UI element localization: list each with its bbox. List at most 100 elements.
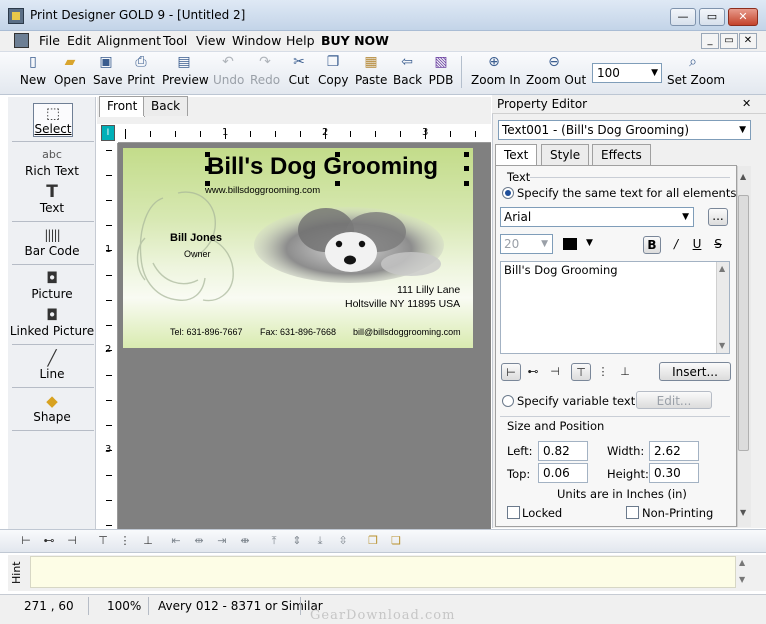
- tool-shape[interactable]: ◆ Shape: [8, 392, 96, 424]
- menu-file[interactable]: File: [39, 33, 60, 48]
- align-bottom-icon[interactable]: ⊥: [615, 363, 635, 381]
- non-printing-checkbox[interactable]: [626, 506, 639, 519]
- selection-handle[interactable]: [205, 152, 210, 157]
- distribute-horizontal-icon[interactable]: ⇼: [236, 532, 254, 550]
- redo-button[interactable]: ↷ Redo: [250, 54, 280, 92]
- minimize-button[interactable]: —: [670, 8, 696, 26]
- save-button[interactable]: ▣ Save: [93, 54, 122, 92]
- width-input[interactable]: 2.62: [649, 441, 699, 461]
- align-center-icon[interactable]: ⊷: [40, 532, 58, 550]
- preview-button[interactable]: ▤ Preview: [162, 54, 209, 92]
- pdb-button[interactable]: ▧ PDB: [428, 54, 454, 92]
- paste-button[interactable]: ▦ Paste: [355, 54, 387, 92]
- scroll-up-icon[interactable]: ▲: [740, 172, 746, 181]
- label-title[interactable]: Bill's Dog Grooming: [207, 153, 438, 181]
- scroll-down-icon[interactable]: ▼: [739, 575, 745, 584]
- selection-handle[interactable]: [464, 152, 469, 157]
- print-button[interactable]: ⎙ Print: [126, 54, 156, 92]
- tool-text[interactable]: T Text: [8, 183, 96, 215]
- bold-button[interactable]: B: [643, 236, 661, 254]
- copy-button[interactable]: ❐ Copy: [318, 54, 348, 92]
- open-button[interactable]: ▰ Open: [53, 54, 87, 92]
- label-website[interactable]: www.billsdoggrooming.com: [205, 185, 320, 196]
- distribute-top-icon[interactable]: ⤒: [265, 532, 283, 550]
- align-left-icon[interactable]: ⊢: [17, 532, 35, 550]
- mdi-close-button[interactable]: ✕: [739, 33, 757, 49]
- property-scroll-thumb[interactable]: [738, 195, 749, 451]
- align-middle-icon[interactable]: ⋮: [116, 532, 134, 550]
- tab-effects[interactable]: Effects: [592, 144, 651, 166]
- selection-handle[interactable]: [335, 152, 340, 157]
- align-middle-icon[interactable]: ⋮: [593, 363, 613, 381]
- scroll-up-icon[interactable]: ▲: [739, 558, 745, 567]
- menu-buy-now[interactable]: BUY NOW: [321, 33, 389, 48]
- distribute-vertical-icon[interactable]: ⇳: [334, 532, 352, 550]
- left-input[interactable]: 0.82: [538, 441, 588, 461]
- tool-bar-code[interactable]: ||||| Bar Code: [8, 226, 96, 258]
- text-value[interactable]: Bill's Dog Grooming: [504, 263, 618, 277]
- label-role[interactable]: Owner: [184, 249, 211, 259]
- tool-picture[interactable]: ◘ Picture: [8, 269, 96, 301]
- menu-view[interactable]: View: [196, 33, 226, 48]
- distribute-center-icon[interactable]: ⇹: [190, 532, 208, 550]
- font-color-swatch[interactable]: [563, 238, 577, 250]
- maximize-button[interactable]: ▭: [699, 8, 725, 26]
- selection-handle[interactable]: [464, 166, 469, 171]
- variable-text-radio[interactable]: [502, 395, 514, 407]
- selection-handle[interactable]: [464, 181, 469, 186]
- tool-linked-picture[interactable]: ◘ Linked Picture: [8, 306, 96, 338]
- tool-select[interactable]: ⬚ Select: [33, 103, 73, 137]
- tab-front[interactable]: Front: [99, 96, 146, 117]
- insert-button[interactable]: Insert...: [659, 362, 731, 381]
- top-input[interactable]: 0.06: [538, 463, 588, 483]
- underline-button[interactable]: U: [688, 236, 706, 254]
- tab-text[interactable]: Text: [495, 144, 538, 166]
- scroll-down-icon[interactable]: ▼: [719, 341, 725, 350]
- send-to-back-icon[interactable]: ❏: [387, 532, 405, 550]
- selection-handle[interactable]: [205, 166, 210, 171]
- selection-handle[interactable]: [205, 181, 210, 186]
- align-right-icon[interactable]: ⊣: [545, 363, 565, 381]
- bring-to-front-icon[interactable]: ❐: [364, 532, 382, 550]
- text-scrollbar[interactable]: [716, 262, 729, 353]
- strikethrough-button[interactable]: S: [709, 236, 727, 254]
- align-bottom-icon[interactable]: ⊥: [139, 532, 157, 550]
- font-more-button[interactable]: ...: [708, 208, 728, 226]
- undo-button[interactable]: ↶ Undo: [213, 54, 244, 92]
- object-select[interactable]: Text001 - (Bill's Dog Grooming) ▼: [498, 120, 751, 140]
- edit-button[interactable]: Edit...: [636, 391, 712, 409]
- font-size-select[interactable]: 20 ▼: [500, 234, 553, 254]
- menu-help[interactable]: Help: [286, 33, 315, 48]
- distribute-left-icon[interactable]: ⇤: [167, 532, 185, 550]
- chevron-down-icon[interactable]: ▼: [586, 238, 593, 248]
- back-button[interactable]: ⇦ Back: [393, 54, 422, 92]
- zoom-select[interactable]: 100 ▼: [592, 63, 662, 83]
- align-left-icon[interactable]: ⊢: [501, 363, 521, 381]
- locked-checkbox[interactable]: [507, 506, 520, 519]
- label-tel[interactable]: Tel: 631-896-7667: [170, 327, 243, 337]
- property-editor-close-button[interactable]: ✕: [742, 97, 751, 110]
- distribute-bottom-icon[interactable]: ⤓: [311, 532, 329, 550]
- label-card[interactable]: Bill's Dog Grooming www.billsdoggrooming…: [123, 148, 473, 348]
- label-email[interactable]: bill@billsdoggrooming.com: [353, 327, 461, 337]
- font-select[interactable]: Arial ▼: [500, 207, 694, 227]
- same-text-radio[interactable]: [502, 187, 514, 199]
- set-zoom-button[interactable]: ⌕ Set Zoom: [667, 54, 725, 92]
- tab-back[interactable]: Back: [143, 96, 189, 116]
- document-icon[interactable]: [14, 33, 29, 48]
- cut-button[interactable]: ✂ Cut: [288, 54, 310, 92]
- align-top-icon[interactable]: ⊤: [94, 532, 112, 550]
- height-input[interactable]: 0.30: [649, 463, 699, 483]
- italic-button[interactable]: /: [667, 236, 685, 254]
- menu-alignment[interactable]: Alignment: [97, 33, 161, 48]
- menu-tool[interactable]: Tool: [163, 33, 187, 48]
- tool-rich-text[interactable]: abc Rich Text: [8, 146, 96, 178]
- label-fax[interactable]: Fax: 631-896-7668: [260, 327, 336, 337]
- ruler-origin[interactable]: I: [101, 125, 115, 141]
- distribute-middle-icon[interactable]: ⇕: [288, 532, 306, 550]
- tool-line[interactable]: ╱ Line: [8, 349, 96, 381]
- label-address-1[interactable]: 111 Lilly Lane: [397, 284, 460, 296]
- align-right-icon[interactable]: ⊣: [63, 532, 81, 550]
- align-top-icon[interactable]: ⊤: [571, 363, 591, 381]
- new-button[interactable]: ▯ New: [19, 54, 47, 92]
